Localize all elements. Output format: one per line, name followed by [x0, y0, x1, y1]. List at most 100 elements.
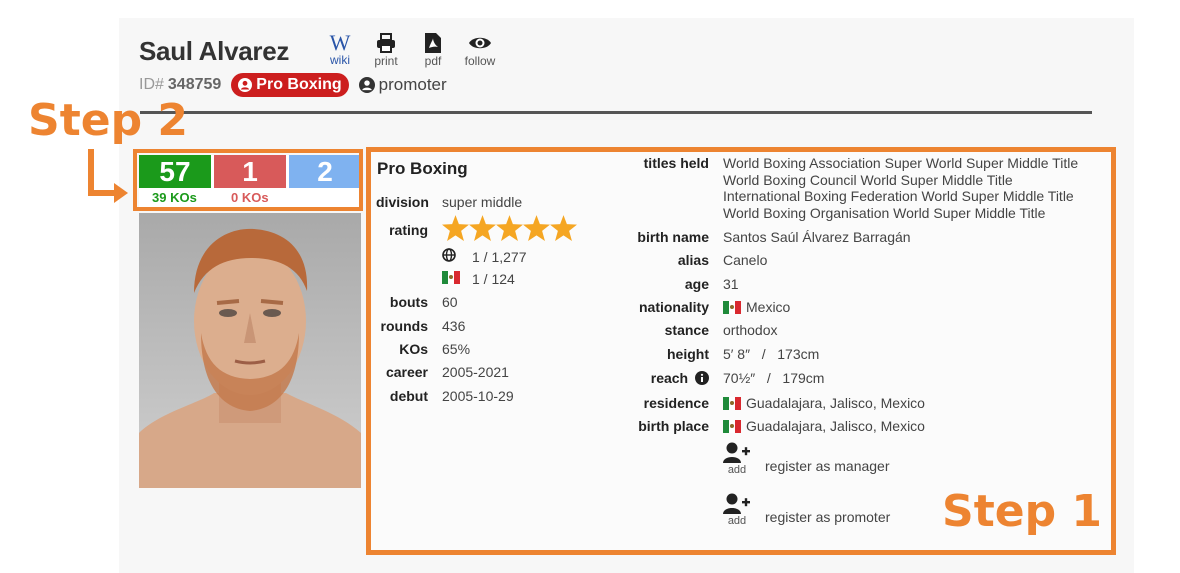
user-plus-icon: [723, 493, 750, 514]
mexico-flag-icon: [723, 300, 741, 314]
rounds-row: rounds 436: [376, 318, 466, 334]
rounds-label: rounds: [380, 318, 428, 334]
globe-icon: [442, 248, 456, 262]
alias-label: alias: [677, 252, 709, 268]
birth-name-label: birth name: [637, 229, 709, 245]
bouts-label: bouts: [389, 294, 428, 310]
eye-icon: [469, 37, 491, 49]
rating-row: rating: [376, 222, 442, 238]
title-item[interactable]: World Boxing Organisation World Super Mi…: [723, 205, 1078, 222]
residence-value[interactable]: Guadalajara, Jalisco, Mexico: [723, 395, 925, 411]
titles-list: World Boxing Association Super World Sup…: [723, 155, 1078, 221]
mexico-flag-icon: [723, 396, 741, 410]
kos-label: KOs: [399, 341, 428, 357]
star-icon: [469, 215, 496, 241]
rating-label: rating: [389, 222, 428, 238]
nationality-text: Mexico: [746, 299, 791, 315]
badge-label: Pro Boxing: [256, 76, 342, 93]
register-promoter-row[interactable]: add register as promoter: [722, 493, 890, 527]
boxer-name: Saul Alvarez: [139, 36, 290, 66]
add-label: add: [727, 515, 747, 527]
age-value: 31: [723, 276, 739, 292]
bouts-row: bouts 60: [376, 294, 458, 310]
reach-label: reach: [650, 370, 689, 386]
add-promoter-button[interactable]: add: [722, 493, 752, 527]
step2-arrow-head: [114, 183, 128, 203]
star-icon: [496, 215, 523, 241]
promoter-link[interactable]: promoter: [358, 75, 447, 95]
wikipedia-icon: W: [329, 30, 351, 55]
pro-boxing-badge[interactable]: Pro Boxing: [231, 73, 349, 97]
star-icon: [442, 215, 469, 241]
promoter-label: promoter: [378, 75, 447, 94]
step1-annotation: Step 1: [942, 486, 1102, 537]
add-label: add: [727, 464, 747, 476]
id-value: 348759: [167, 76, 222, 93]
mexico-flag-icon: [442, 271, 460, 284]
residence-label: residence: [643, 395, 709, 411]
stance-label: stance: [664, 322, 709, 338]
title-item[interactable]: World Boxing Council World Super Middle …: [723, 172, 1078, 189]
step2-highlight: [133, 149, 363, 211]
career-label: career: [385, 364, 428, 380]
info-icon[interactable]: [695, 371, 709, 385]
nationality-label: nationality: [638, 299, 709, 315]
print-button[interactable]: print: [368, 32, 404, 68]
register-promoter-link[interactable]: register as promoter: [765, 509, 890, 525]
bouts-value: 60: [442, 294, 458, 310]
boxer-photo: [139, 213, 361, 488]
mexico-flag-icon: [723, 419, 741, 433]
world-rank-row[interactable]: 1 / 1,277: [442, 248, 527, 265]
pdf-button[interactable]: pdf: [415, 32, 451, 68]
stance-value: orthodox: [723, 322, 778, 338]
birth-place-label: birth place: [638, 418, 709, 434]
birth-place-text: Guadalajara, Jalisco, Mexico: [746, 418, 925, 434]
print-label: print: [374, 54, 398, 68]
reach-label-row: reach: [549, 370, 709, 386]
pdf-icon: [425, 33, 441, 53]
kos-value: 65%: [442, 341, 471, 357]
alias-value: Canelo: [723, 252, 768, 268]
wiki-button[interactable]: W wiki: [322, 32, 358, 67]
birth-name-value: Santos Saúl Álvarez Barragán: [723, 229, 911, 245]
follow-label: follow: [464, 54, 496, 68]
user-circle-icon: [238, 78, 253, 92]
step2-annotation: Step 2: [28, 95, 188, 146]
title-item[interactable]: International Boxing Federation World Su…: [723, 188, 1078, 205]
career-value: 2005-2021: [442, 364, 509, 380]
title-item[interactable]: World Boxing Association Super World Sup…: [723, 155, 1078, 172]
debut-value[interactable]: 2005-10-29: [442, 388, 514, 404]
star-icon: [523, 215, 550, 241]
career-row: career 2005-2021: [376, 364, 509, 380]
pdf-label: pdf: [424, 54, 442, 68]
debut-label: debut: [389, 388, 428, 404]
rounds-value: 436: [442, 318, 466, 334]
division-row: division super middle: [376, 194, 522, 210]
age-label: age: [684, 276, 709, 292]
height-value: 5′ 8″ / 173cm: [723, 346, 820, 362]
height-label: height: [667, 346, 709, 362]
reach-value: 70½″ / 179cm: [723, 370, 825, 386]
register-manager-row[interactable]: add register as manager: [722, 442, 890, 476]
titles-label: titles held: [643, 155, 709, 171]
division-label: division: [376, 194, 429, 210]
follow-button[interactable]: follow: [462, 32, 498, 68]
register-manager-link[interactable]: register as manager: [765, 458, 890, 474]
world-rank: 1 / 1,277: [472, 248, 527, 265]
section-title: Pro Boxing: [377, 159, 468, 178]
user-circle-icon: [358, 77, 375, 93]
id-label: ID#: [139, 76, 164, 93]
nationality-value[interactable]: Mexico: [723, 299, 790, 315]
header-divider: [140, 111, 1092, 114]
birth-place-value[interactable]: Guadalajara, Jalisco, Mexico: [723, 418, 925, 434]
user-plus-icon: [723, 442, 750, 463]
division-value: super middle: [442, 194, 523, 210]
wiki-label: wiki: [330, 53, 350, 67]
debut-row: debut 2005-10-29: [376, 388, 514, 404]
print-icon: [377, 33, 395, 53]
step2-connector: [88, 149, 94, 195]
add-manager-button[interactable]: add: [722, 442, 752, 476]
kos-row: KOs 65%: [376, 341, 470, 357]
residence-text: Guadalajara, Jalisco, Mexico: [746, 395, 925, 411]
country-rank-row[interactable]: 1 / 124: [442, 271, 515, 287]
